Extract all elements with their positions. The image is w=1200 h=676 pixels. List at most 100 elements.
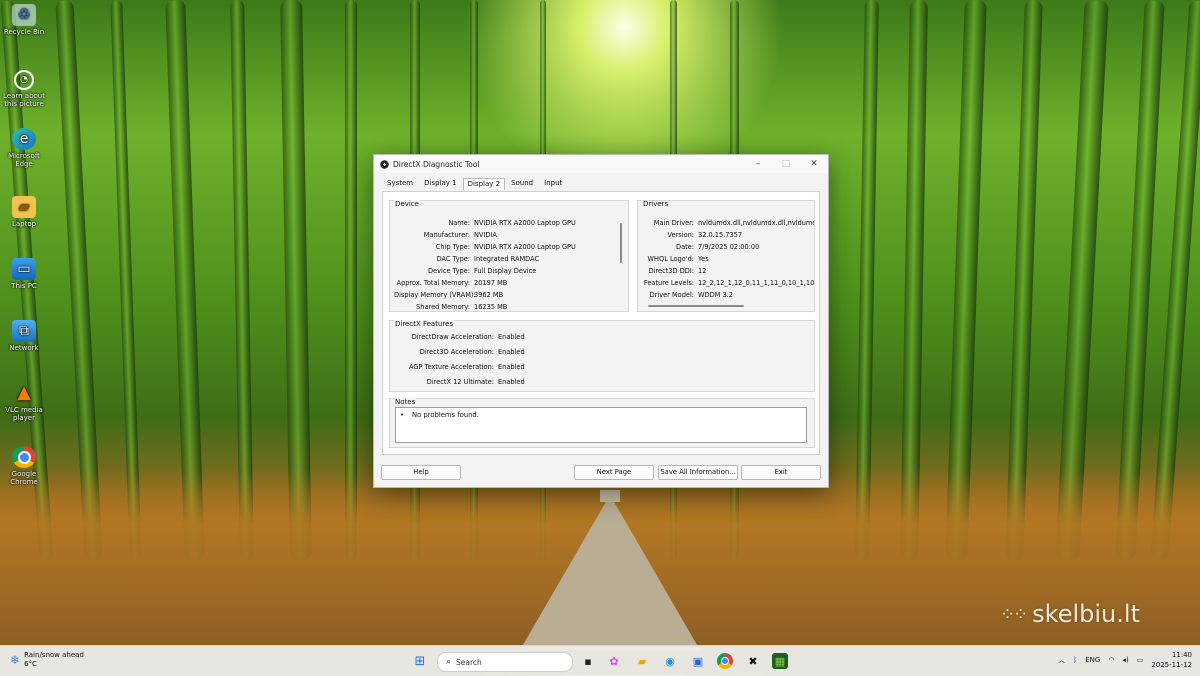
weather-snow-icon: ❄ [10, 653, 21, 667]
direct3d-value: Enabled [498, 348, 525, 356]
version-label: Version: [667, 231, 694, 239]
skelbiu-watermark: ⁘⁘ skelbiu.lt [1000, 600, 1140, 628]
store-icon[interactable]: ▣ [690, 653, 706, 669]
network-icon: ⧉ [12, 320, 36, 342]
directx-features-group: DirectX Features DirectDraw Acceleration… [389, 320, 815, 392]
notes-textbox[interactable]: • No problems found. [395, 407, 807, 443]
weather-temperature: 6°C [24, 660, 37, 668]
desktop-icon-recycle-bin[interactable]: ♻ Recycle Bin [2, 4, 46, 36]
chip-type-label: Chip Type: [435, 243, 470, 251]
desktop-icon-vlc[interactable]: ▲ VLC media player [2, 382, 46, 423]
chevron-up-icon[interactable]: ︿ [1058, 655, 1065, 665]
manufacturer-value: NVIDIA [474, 231, 497, 239]
taskbar: ❄ Rain/snow ahead 6°C ⊞ ⌕ Search ▪ ✿ ▰ ◉… [0, 645, 1200, 676]
vram-value: 3962 MB [474, 291, 504, 299]
whql-value: Yes [698, 255, 709, 263]
clock[interactable]: 11:40 2025-11-12 [1151, 650, 1192, 670]
note-bullet: • [400, 411, 405, 419]
desktop-icon-network[interactable]: ⧉ Network [2, 320, 46, 352]
main-driver-value: nvldumdx.dll,nvldumdx.dll,nvldumdx.d [698, 219, 815, 227]
weather-widget[interactable]: ❄ Rain/snow ahead 6°C [10, 651, 84, 669]
dx12-ultimate-value: Enabled [498, 378, 525, 386]
desktop-icon-learn-about-picture[interactable]: ◔ Learn about this picture [2, 70, 46, 108]
whql-label: WHQL Logo'd: [647, 255, 694, 263]
total-memory-label: Approx. Total Memory: [396, 279, 470, 287]
system-tray: ︿ ᛒ ENG ◠ ◂) ▭ 11:40 2025-11-12 [1058, 650, 1192, 670]
desktop-icon-laptop[interactable]: ▰ Laptop [2, 196, 46, 228]
nvidia-taskbar-icon[interactable]: ▦ [772, 653, 788, 669]
version-value: 32.0.15.7357 [698, 231, 743, 239]
device-type-value: Full Display Device [474, 267, 537, 275]
dac-type-label: DAC Type: [436, 255, 470, 263]
help-button[interactable]: Help [381, 465, 461, 480]
tab-sound[interactable]: Sound [506, 177, 538, 189]
drivers-scrollbar[interactable] [648, 305, 744, 307]
d3d-ddi-value: 12 [698, 267, 707, 275]
directdraw-value: Enabled [498, 333, 525, 341]
recycle-bin-icon: ♻ [12, 4, 36, 26]
device-group-label: Device [394, 200, 420, 208]
agp-value: Enabled [498, 363, 525, 371]
tab-system[interactable]: System [382, 177, 418, 189]
close-icon[interactable]: ✕ [800, 159, 828, 169]
search-placeholder: Search [456, 657, 482, 667]
chrome-taskbar-icon[interactable] [717, 653, 733, 669]
edge-taskbar-icon[interactable]: ◉ [662, 653, 678, 669]
save-all-information-button[interactable]: Save All Information... [658, 465, 738, 480]
wifi-icon[interactable]: ◠ [1108, 656, 1114, 664]
total-memory-value: 20197 MB [474, 279, 508, 287]
bluetooth-icon[interactable]: ᛒ [1073, 656, 1077, 664]
main-driver-label: Main Driver: [653, 219, 694, 227]
window-titlebar[interactable]: DirectX Diagnostic Tool – □ ✕ [374, 155, 828, 173]
agp-label: AGP Texture Acceleration: [408, 363, 494, 371]
window-title: DirectX Diagnostic Tool [393, 159, 480, 169]
desktop-icon-edge[interactable]: e Microsoft Edge [2, 128, 46, 168]
drivers-group-label: Drivers [642, 200, 670, 208]
chrome-icon [12, 446, 36, 468]
chip-type-value: NVIDIA RTX A2000 Laptop GPU [474, 243, 576, 251]
folder-icon: ▰ [12, 196, 36, 218]
note-text: No problems found. [412, 411, 479, 419]
windows-start-icon[interactable]: ⊞ [412, 653, 428, 669]
next-page-button[interactable]: Next Page [574, 465, 654, 480]
desktop-icon-this-pc[interactable]: ▭ This PC [2, 258, 46, 290]
feature-levels-value: 12_2,12_1,12_0,11_1,11_0,10_1,10_ [698, 279, 815, 287]
minimize-icon[interactable]: – [744, 159, 772, 169]
copilot-icon[interactable]: ✿ [606, 653, 622, 669]
file-explorer-icon[interactable]: ▰ [634, 653, 650, 669]
language-indicator[interactable]: ENG [1085, 656, 1100, 664]
taskbar-search[interactable]: ⌕ Search [437, 652, 573, 672]
volume-icon[interactable]: ◂) [1122, 656, 1128, 664]
driver-model-label: Driver Model: [649, 291, 694, 299]
vram-label: Display Memory (VRAM): [394, 291, 476, 299]
dx12-ultimate-label: DirectX 12 Ultimate: [426, 378, 494, 386]
maximize-icon[interactable]: □ [772, 159, 800, 169]
directx-taskbar-icon[interactable]: ✖ [745, 653, 761, 669]
desktop-icon-chrome[interactable]: Google Chrome [2, 446, 46, 486]
shared-memory-value: 16235 MB [474, 303, 508, 311]
device-group: Device Name: NVIDIA RTX A2000 Laptop GPU … [389, 200, 629, 312]
device-name-value: NVIDIA RTX A2000 Laptop GPU [474, 219, 576, 227]
monitor-icon: ▭ [12, 258, 36, 280]
camera-icon: ◔ [14, 70, 34, 90]
display-2-panel: Device Name: NVIDIA RTX A2000 Laptop GPU … [382, 191, 820, 455]
search-icon: ⌕ [446, 657, 452, 667]
directx-app-icon [380, 159, 389, 169]
tab-bar: System Display 1 Display 2 Sound Input [374, 173, 828, 190]
directx-diagnostic-window: DirectX Diagnostic Tool – □ ✕ System Dis… [373, 154, 829, 488]
tab-display-1[interactable]: Display 1 [419, 177, 461, 189]
device-scrollbar[interactable] [620, 223, 622, 263]
tab-display-2[interactable]: Display 2 [462, 178, 506, 190]
weather-forecast: Rain/snow ahead [24, 651, 84, 659]
edge-icon: e [12, 128, 36, 150]
exit-button[interactable]: Exit [741, 465, 821, 480]
directdraw-label: DirectDraw Acceleration: [411, 333, 494, 341]
driver-model-value: WDDM 3.2 [698, 291, 733, 299]
notes-label: Notes [394, 398, 417, 406]
battery-icon[interactable]: ▭ [1137, 656, 1144, 664]
device-type-label: Device Type: [427, 267, 470, 275]
tab-input[interactable]: Input [539, 177, 567, 189]
manufacturer-label: Manufacturer: [423, 231, 470, 239]
task-view-icon[interactable]: ▪ [580, 653, 596, 669]
vlc-icon: ▲ [17, 382, 31, 403]
